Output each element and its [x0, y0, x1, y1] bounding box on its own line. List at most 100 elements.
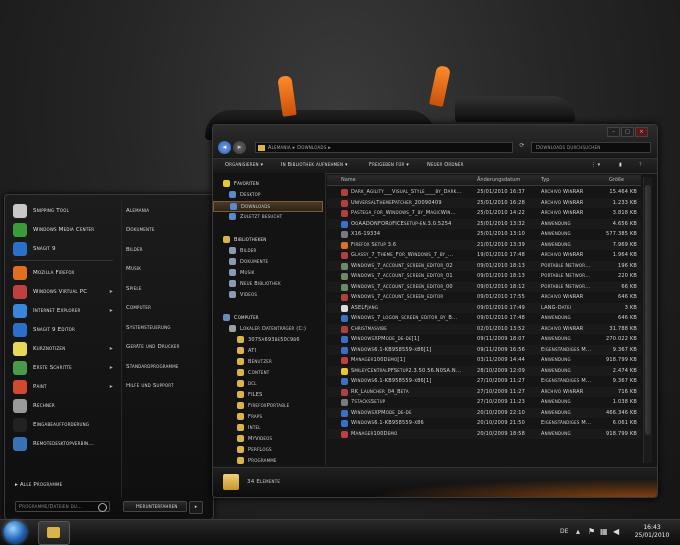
- table-row[interactable]: OoAADONFORoFICEsetup-en.3.0.5254 25/01/20…: [327, 218, 641, 229]
- new-folder-button[interactable]: Neuer Ordner: [427, 162, 464, 168]
- table-row[interactable]: Christmasvibe 02/01/2010 13:52 Archivo Win…: [327, 323, 641, 334]
- table-row[interactable]: 7stacksSetup 27/10/2009 11:23 Anwendung 1.0…: [327, 397, 641, 408]
- start-menu-item[interactable]: Windows Virtual PC ▸: [9, 282, 117, 301]
- start-menu-place[interactable]: Hilfe und Support: [122, 377, 210, 397]
- nav-library-item[interactable]: Neue Bibliothek: [213, 279, 339, 290]
- start-menu-item[interactable]: Internet Explorer ▸: [9, 301, 117, 320]
- start-menu-place[interactable]: Dokumente: [122, 221, 210, 241]
- start-menu-item[interactable]: Snipping Tool: [9, 201, 117, 220]
- nav-library-item[interactable]: Bilder: [213, 246, 339, 257]
- submenu-arrow-icon[interactable]: ▸: [110, 383, 113, 390]
- shutdown-options-arrow[interactable]: ▸: [189, 501, 203, 514]
- start-menu-item[interactable]: Mozilla Firefox: [9, 263, 117, 282]
- refresh-icon[interactable]: ⟳: [517, 142, 527, 153]
- shutdown-button[interactable]: Herunterfahren: [123, 501, 187, 512]
- nav-library-item[interactable]: Musik: [213, 268, 339, 279]
- nav-favorites[interactable]: Favoriten: [213, 179, 333, 190]
- table-row[interactable]: Windows6.1-KB958559-x86[1] 27/10/2009 11:…: [327, 376, 641, 387]
- breadcrumb-downloads[interactable]: Downloads: [297, 145, 326, 151]
- table-row[interactable]: X16-19334 25/01/2010 13:10 Anwendung 577.38…: [327, 229, 641, 240]
- nav-library-item[interactable]: Dokumente: [213, 257, 339, 268]
- table-row[interactable]: Firefox Setup 3.6 21/01/2010 13:39 Anwendu…: [327, 239, 641, 250]
- forward-button[interactable]: ▸: [233, 141, 246, 154]
- help-icon[interactable]: ?: [639, 162, 642, 168]
- back-button[interactable]: ◂: [218, 141, 231, 154]
- clock[interactable]: 16:43 25/01/2010: [628, 524, 676, 540]
- nav-library-item[interactable]: Videos: [213, 290, 339, 301]
- nav-drive[interactable]: Lokaler Datenträger (C:): [213, 324, 339, 335]
- start-menu-place[interactable]: Spiele: [122, 279, 210, 299]
- start-menu-place[interactable]: Systemsteuerung: [122, 318, 210, 338]
- vertical-scrollbar[interactable]: [643, 177, 652, 463]
- table-row[interactable]: Windows_7_account_screen_editor_01 09/01/…: [327, 271, 641, 282]
- submenu-arrow-icon[interactable]: ▸: [110, 345, 113, 352]
- column-size[interactable]: Größe: [609, 175, 624, 185]
- start-menu-item[interactable]: Windows Media Center: [9, 220, 117, 239]
- network-icon[interactable]: ▦: [600, 527, 608, 536]
- start-menu-place[interactable]: Geräte und Drucker: [122, 338, 210, 358]
- start-menu-item[interactable]: Snagit 9: [9, 239, 117, 258]
- start-menu-item[interactable]: Rechner: [9, 396, 117, 415]
- table-row[interactable]: Windows_7_account_screen_editor_02 09/01/…: [327, 260, 641, 271]
- column-name[interactable]: Name: [341, 175, 356, 185]
- tray-expand-icon[interactable]: ▴: [576, 527, 580, 536]
- volume-icon[interactable]: ◀: [613, 527, 619, 536]
- start-menu-place[interactable]: Bilder: [122, 240, 210, 260]
- table-row[interactable]: SmileyCentralPFSetup2.3.50.56.N0SA.N... 2…: [327, 365, 641, 376]
- minimize-button[interactable]: –: [607, 127, 620, 137]
- action-center-flag-icon[interactable]: ⚑: [588, 527, 595, 536]
- start-menu-item[interactable]: Remotedesktopverbin...: [9, 434, 117, 453]
- column-type[interactable]: Typ: [541, 175, 549, 185]
- table-row[interactable]: Windows_7_account_screen_editor 09/01/201…: [327, 292, 641, 303]
- table-row[interactable]: WindowsXPMode_de-de[1] 09/11/2009 18:07 An…: [327, 334, 641, 345]
- table-row[interactable]: RK_Launcher_04_Beta 27/10/2009 11:27 Archi…: [327, 386, 641, 397]
- start-menu-item[interactable]: Paint ▸: [9, 377, 117, 396]
- search-downloads-input[interactable]: Downloads durchsuchen: [531, 142, 651, 153]
- preview-pane-icon[interactable]: ▮: [619, 162, 622, 168]
- submenu-arrow-icon[interactable]: ▸: [110, 288, 113, 295]
- table-row[interactable]: Windows_7_logon_screen_editor_by_B... 09/…: [327, 313, 641, 324]
- table-row[interactable]: Dark_Agility___Visual_Style____by_Dark..…: [327, 187, 641, 198]
- table-row[interactable]: Manager100Demo[1] 03/11/2009 14:44 Anwendu…: [327, 355, 641, 366]
- table-row[interactable]: WindowsXPMode_de-de 20/10/2009 22:10 Anwen…: [327, 407, 641, 418]
- nav-computer[interactable]: Computer: [213, 313, 333, 324]
- table-row[interactable]: Manager100Demo 20/10/2009 18:58 Anwendung 9…: [327, 428, 641, 439]
- breadcrumb-alemania[interactable]: Alemania: [268, 145, 291, 151]
- address-bar[interactable]: Alemania ▸ Downloads ▸: [255, 142, 513, 153]
- column-date[interactable]: Änderungsdatum: [477, 175, 520, 185]
- start-search-input[interactable]: Programme/Dateien du...: [15, 501, 110, 512]
- table-row[interactable]: UniversalThemePatcher_20090409 25/01/2010…: [327, 197, 641, 208]
- organize-button[interactable]: Organisieren ▾: [225, 162, 263, 168]
- start-menu-item[interactable]: Erste Schritte ▸: [9, 358, 117, 377]
- all-programs-button[interactable]: ▸ Alle Programme: [15, 482, 62, 488]
- view-options-icon[interactable]: ⋮ ▾: [591, 162, 600, 168]
- start-menu-item[interactable]: Snagit 9 Editor: [9, 320, 117, 339]
- close-button[interactable]: ×: [635, 127, 648, 137]
- table-row[interactable]: Pastega_for_Windows_7_by_MagicWin... 25/0…: [327, 208, 641, 219]
- include-library-button[interactable]: In Bibliothek aufnehmen ▾: [281, 162, 348, 168]
- start-menu-place[interactable]: Computer: [122, 299, 210, 319]
- maximize-button[interactable]: □: [621, 127, 634, 137]
- nav-favorite-item[interactable]: Downloads: [213, 201, 323, 212]
- start-menu-place[interactable]: Musik: [122, 260, 210, 280]
- table-row[interactable]: Windows6.1-KB958559-x86[1] 09/11/2009 16:…: [327, 344, 641, 355]
- language-indicator[interactable]: DE: [560, 528, 568, 535]
- start-menu-item[interactable]: Kurznotizen ▸: [9, 339, 117, 358]
- navigation-pane: Favoriten Desktop Downloads Zuletzt besucht…: [213, 173, 326, 465]
- start-menu-place[interactable]: Standardprogramme: [122, 357, 210, 377]
- nav-libraries[interactable]: Bibliotheken: [213, 235, 333, 246]
- submenu-arrow-icon[interactable]: ▸: [110, 364, 113, 371]
- share-button[interactable]: Freigeben für ▾: [369, 162, 409, 168]
- table-row[interactable]: Glassy_7_Theme_For_Windows_7_by_... 19/01…: [327, 250, 641, 261]
- start-menu-item[interactable]: Eingabeaufforderung: [9, 415, 117, 434]
- scroll-thumb[interactable]: [645, 185, 651, 435]
- table-row[interactable]: Windows6.1-KB958559-x86 20/10/2009 21:50 E…: [327, 418, 641, 429]
- taskbar-explorer-button[interactable]: [38, 521, 70, 545]
- start-menu-place[interactable]: Alemania: [122, 201, 210, 221]
- submenu-arrow-icon[interactable]: ▸: [110, 307, 113, 314]
- nav-favorite-item[interactable]: Zuletzt besucht: [213, 212, 339, 223]
- table-row[interactable]: ASELFjang 09/01/2010 17:49 LANG-Datei 3 KB: [327, 302, 641, 313]
- table-row[interactable]: Windows_7_account_screen_editor_00 09/01/…: [327, 281, 641, 292]
- start-button[interactable]: [4, 521, 26, 543]
- nav-favorite-item[interactable]: Desktop: [213, 190, 339, 201]
